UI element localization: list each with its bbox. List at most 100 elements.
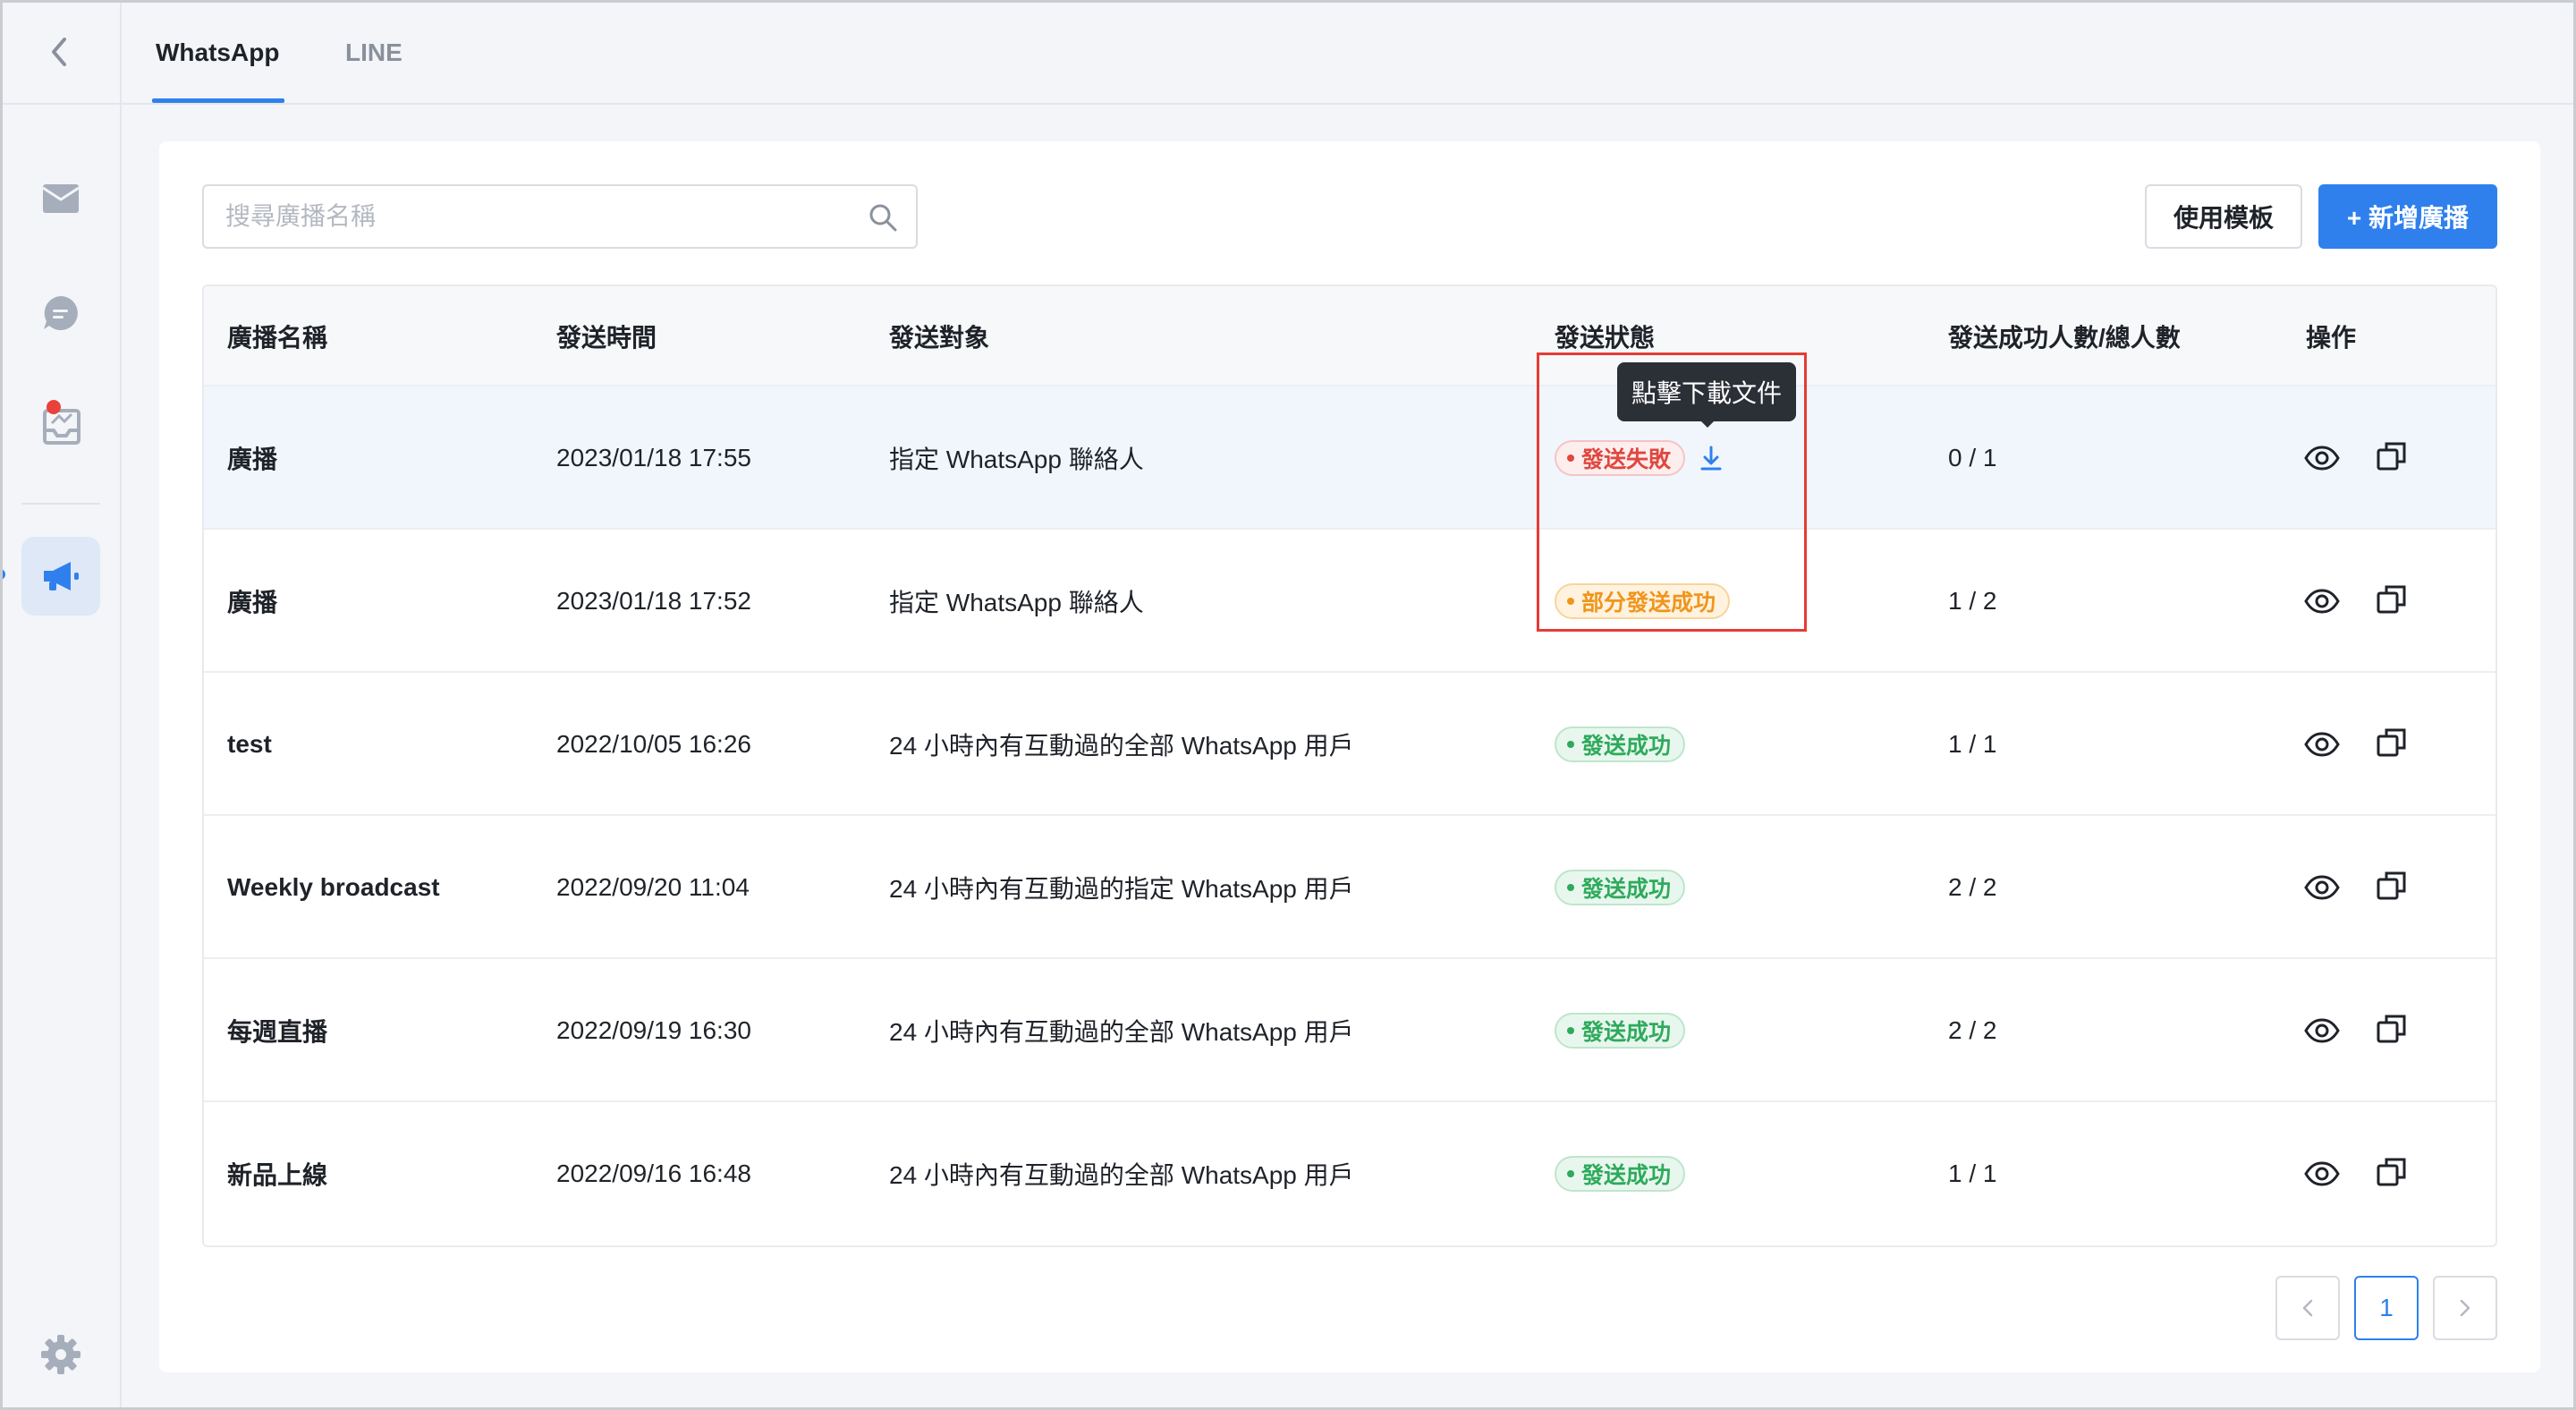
table-row[interactable]: 廣播 2023/01/18 17:55 指定 WhatsApp 聯絡人 發送失敗… xyxy=(204,386,2496,530)
copy-icon xyxy=(2377,442,2406,471)
send-target: 24 小時內有互動過的全部 WhatsApp 用戶 xyxy=(889,732,1354,760)
copy-button[interactable] xyxy=(2372,1152,2411,1192)
copy-button[interactable] xyxy=(2372,723,2411,762)
eye-icon xyxy=(2304,1161,2340,1186)
use-template-button[interactable]: 使用模板 xyxy=(2145,184,2302,249)
search-box xyxy=(202,184,918,249)
tab-whatsapp[interactable]: WhatsApp xyxy=(156,0,279,105)
view-button[interactable] xyxy=(2302,1011,2342,1050)
broadcast-name: Weekly broadcast xyxy=(227,873,440,901)
tooltip-arrow xyxy=(1699,420,1716,428)
status-badge: 發送成功 xyxy=(1555,1156,1686,1192)
pagination-page-1[interactable]: 1 xyxy=(2354,1276,2419,1340)
table-row[interactable]: test 2022/10/05 16:26 24 小時內有互動過的全部 What… xyxy=(204,673,2496,816)
success-count: 0 / 1 xyxy=(1948,444,1997,471)
column-header-actions: 操作 xyxy=(2306,324,2357,352)
chevron-left-icon xyxy=(2302,1299,2313,1317)
chevron-right-icon xyxy=(2460,1299,2470,1317)
eye-icon xyxy=(2304,446,2340,471)
send-target: 24 小時內有互動過的全部 WhatsApp 用戶 xyxy=(889,1161,1354,1189)
copy-button[interactable] xyxy=(2372,437,2411,476)
status-cell: 部分發送成功 xyxy=(1555,530,1731,673)
send-time: 2022/10/05 16:26 xyxy=(556,730,751,758)
active-indicator xyxy=(0,569,5,580)
status-cell: 發送成功 xyxy=(1555,816,1686,959)
copy-icon xyxy=(2377,871,2406,900)
copy-button[interactable] xyxy=(2372,1009,2411,1049)
view-button[interactable] xyxy=(2302,582,2342,621)
sidebar-item-inbox[interactable] xyxy=(21,383,100,462)
table-header: 廣播名稱 發送時間 發送對象 發送狀態 發送成功人數/總人數 操作 xyxy=(204,286,2496,386)
view-button[interactable] xyxy=(2302,1154,2342,1193)
status-cell: 發送成功 xyxy=(1555,1102,1686,1245)
search-input[interactable] xyxy=(204,186,866,247)
column-header-count: 發送成功人數/總人數 xyxy=(1948,324,2181,352)
add-broadcast-button[interactable]: + 新增廣播 xyxy=(2318,184,2497,249)
send-time: 2023/01/18 17:55 xyxy=(556,444,751,471)
active-tab-underline xyxy=(152,98,284,103)
eye-icon xyxy=(2304,589,2340,614)
send-time: 2022/09/20 11:04 xyxy=(556,873,750,901)
status-cell: 發送成功 xyxy=(1555,673,1686,816)
broadcast-name: test xyxy=(227,730,272,758)
column-header-time: 發送時間 xyxy=(556,324,657,352)
table-row[interactable]: 新品上線 2022/09/16 16:48 24 小時內有互動過的全部 What… xyxy=(204,1102,2496,1245)
sidebar-item-broadcast[interactable] xyxy=(21,537,100,616)
sidebar-item-mail[interactable] xyxy=(21,159,100,238)
settings-button[interactable] xyxy=(21,1315,100,1394)
send-time: 2022/09/19 16:30 xyxy=(556,1016,751,1044)
send-time: 2022/09/16 16:48 xyxy=(556,1159,751,1187)
column-header-name: 廣播名稱 xyxy=(227,324,328,352)
inbox-notification-icon xyxy=(43,400,80,445)
send-target: 24 小時內有互動過的指定 WhatsApp 用戶 xyxy=(889,875,1354,903)
gear-icon xyxy=(41,1335,80,1374)
send-target: 指定 WhatsApp 聯絡人 xyxy=(889,589,1144,616)
megaphone-icon xyxy=(44,562,79,590)
view-button[interactable] xyxy=(2302,868,2342,907)
download-button[interactable] xyxy=(1698,444,1724,472)
chevron-left-icon xyxy=(52,37,66,66)
copy-icon xyxy=(2377,585,2406,614)
table-row[interactable]: 廣播 2023/01/18 17:52 指定 WhatsApp 聯絡人 部分發送… xyxy=(204,530,2496,673)
eye-icon xyxy=(2304,1018,2340,1043)
broadcast-name: 新品上線 xyxy=(227,1161,328,1189)
back-button[interactable] xyxy=(0,0,120,105)
view-button[interactable] xyxy=(2302,438,2342,478)
send-target: 指定 WhatsApp 聯絡人 xyxy=(889,446,1144,473)
tab-line[interactable]: LINE xyxy=(345,0,402,105)
mail-icon xyxy=(42,184,80,213)
status-badge: 發送成功 xyxy=(1555,1013,1686,1049)
broadcast-panel: 使用模板 + 新增廣播 廣播名稱 發送時間 發送對象 發送狀態 發送成功人數/總… xyxy=(159,141,2540,1372)
eye-icon xyxy=(2304,732,2340,757)
broadcast-name: 廣播 xyxy=(227,446,278,473)
broadcast-name: 每週直播 xyxy=(227,1018,328,1046)
download-tooltip: 點擊下載文件 xyxy=(1617,362,1796,421)
column-header-target: 發送對象 xyxy=(889,324,990,352)
broadcast-name: 廣播 xyxy=(227,589,278,616)
copy-icon xyxy=(2377,728,2406,757)
tab-bar: WhatsApp LINE xyxy=(122,0,2576,105)
send-target: 24 小時內有互動過的全部 WhatsApp 用戶 xyxy=(889,1018,1354,1046)
send-time: 2023/01/18 17:52 xyxy=(556,587,751,615)
pagination-prev[interactable] xyxy=(2275,1276,2340,1340)
copy-icon xyxy=(2377,1015,2406,1043)
download-icon xyxy=(1700,446,1722,471)
table-row[interactable]: Weekly broadcast 2022/09/20 11:04 24 小時內… xyxy=(204,816,2496,959)
view-button[interactable] xyxy=(2302,725,2342,764)
sidebar xyxy=(0,0,122,1410)
success-count: 2 / 2 xyxy=(1948,873,1997,901)
sidebar-divider xyxy=(21,503,100,505)
pagination-next[interactable] xyxy=(2433,1276,2497,1340)
status-badge: 部分發送成功 xyxy=(1555,583,1731,619)
copy-icon xyxy=(2377,1158,2406,1186)
copy-button[interactable] xyxy=(2372,866,2411,905)
status-badge: 發送成功 xyxy=(1555,726,1686,762)
table-row[interactable]: 每週直播 2022/09/19 16:30 24 小時內有互動過的全部 What… xyxy=(204,959,2496,1102)
success-count: 1 / 1 xyxy=(1948,1159,1997,1187)
search-icon[interactable] xyxy=(868,202,898,233)
chat-bubble-icon xyxy=(44,296,78,330)
success-count: 2 / 2 xyxy=(1948,1016,1997,1044)
copy-button[interactable] xyxy=(2372,580,2411,619)
sidebar-item-chat[interactable] xyxy=(21,274,100,352)
status-badge: 發送成功 xyxy=(1555,870,1686,905)
